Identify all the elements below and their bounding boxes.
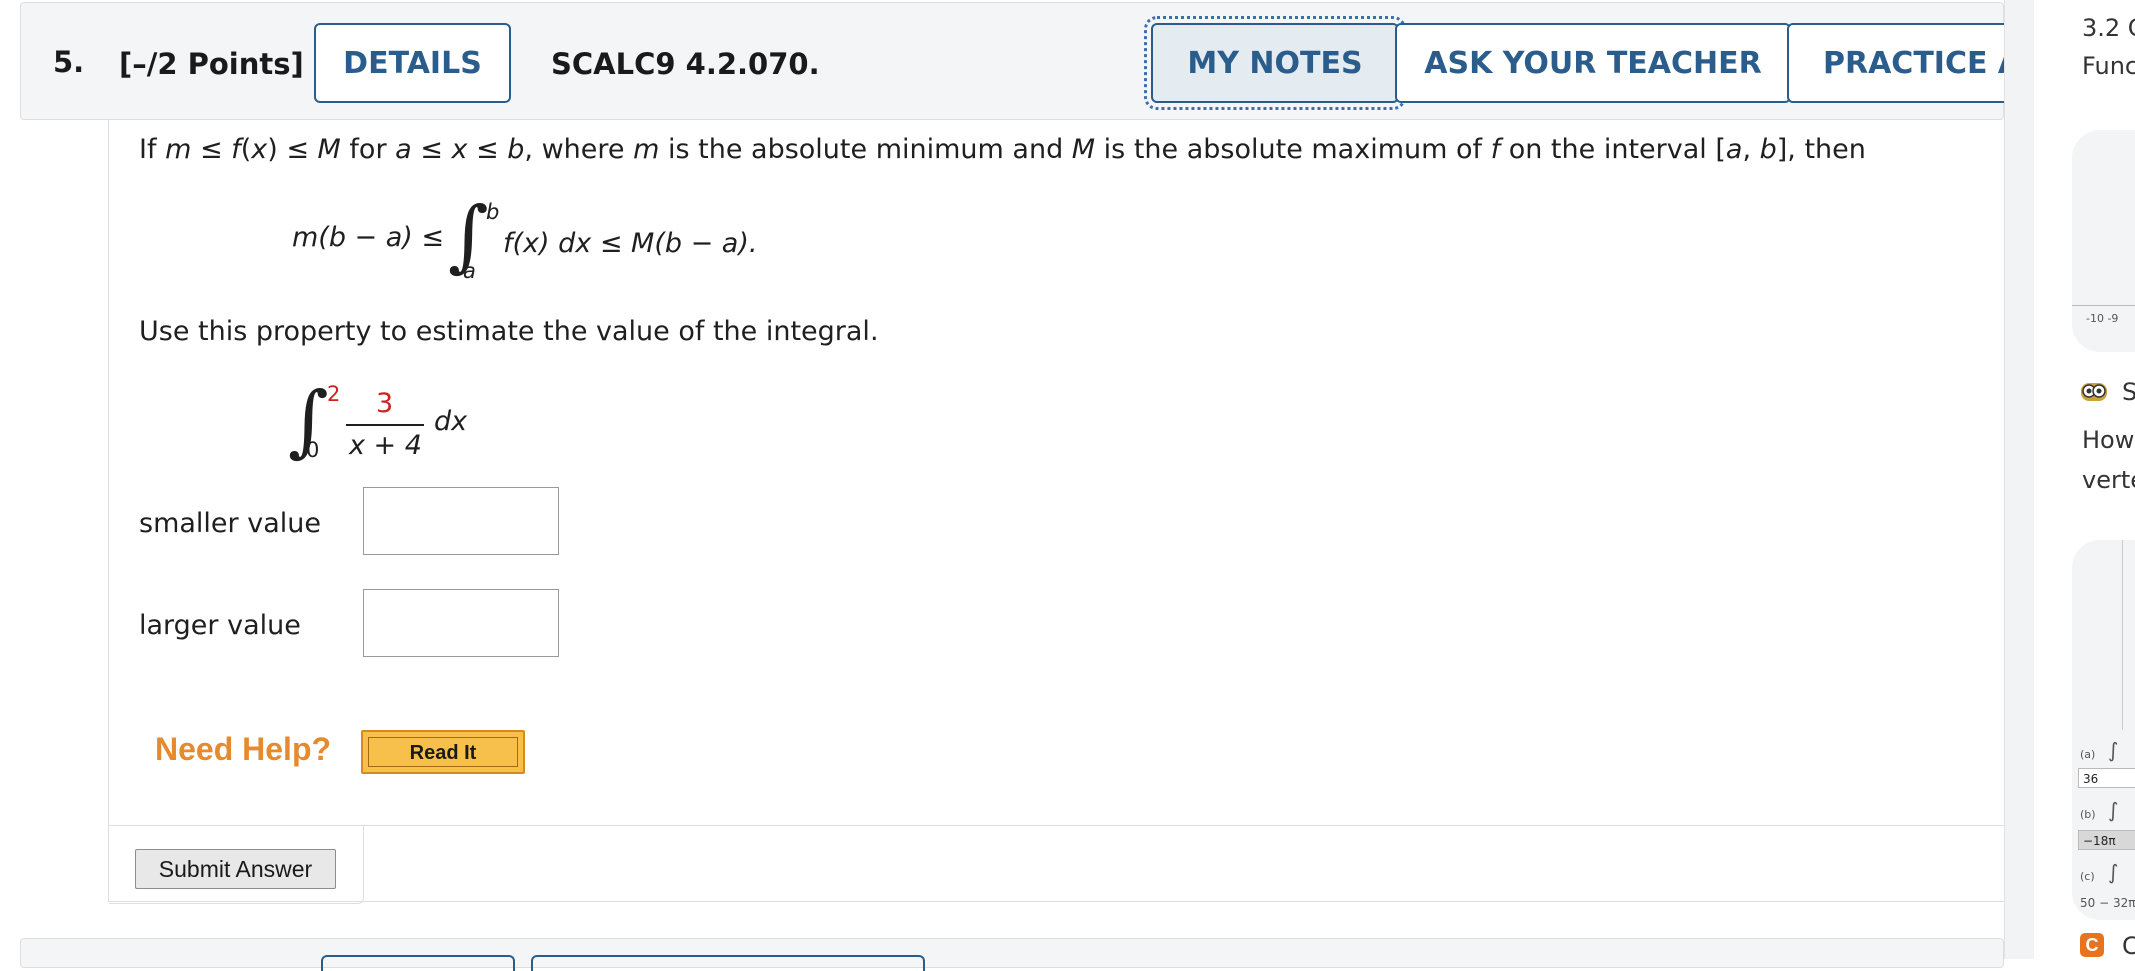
side-question-line2: verte <box>2082 466 2135 494</box>
integral-lower-limit: 0 <box>306 438 320 462</box>
integral-lower-limit: a <box>463 259 476 283</box>
need-help-label: Need Help? <box>155 731 332 767</box>
owl-label: S <box>2122 378 2135 406</box>
inequality-right: f(x) dx ≤ M(b − a). <box>503 228 758 259</box>
integral-sign: ∫ <box>2108 738 2119 762</box>
ask-teacher-button[interactable]: ASK YOUR TEACHER <box>1395 23 1791 103</box>
fraction-numerator: 3 <box>376 388 394 419</box>
fraction-bar <box>346 424 424 426</box>
details-button[interactable]: DETAILS <box>314 23 511 103</box>
divider <box>109 825 2004 826</box>
graph-axis <box>2122 540 2123 730</box>
part-a-label: (a) <box>2080 748 2096 761</box>
dx-text: dx <box>434 406 468 437</box>
smaller-value-input[interactable] <box>363 487 559 555</box>
integral-upper-limit: b <box>486 200 500 224</box>
solution-thumbnail[interactable]: (a) ∫ 36 (b) ∫ −18π (c) ∫ 50 − 32π <box>2072 540 2135 920</box>
my-notes-button[interactable]: MY NOTES <box>1144 16 1406 110</box>
question-code: SCALC9 4.2.070. <box>551 47 820 81</box>
axis-tick-labels: -10 -9 <box>2086 312 2119 325</box>
panel-divider[interactable] <box>2004 0 2035 959</box>
chegg-icon: C <box>2080 933 2104 957</box>
answer-c: 50 − 32π <box>2080 896 2135 910</box>
larger-value-label: larger value <box>139 610 301 641</box>
instruction-text: Use this property to estimate the value … <box>139 316 879 347</box>
question-header: 5. [–/2 Points] DETAILS SCALC9 4.2.070. … <box>20 2 2047 120</box>
part-c-label: (c) <box>2080 870 2095 883</box>
side-title-line1[interactable]: 3.2 G <box>2082 14 2135 42</box>
part-b-label: (b) <box>2080 808 2096 821</box>
next-question-header <box>20 938 2004 971</box>
answer-a: 36 <box>2078 768 2135 788</box>
question-number: 5. <box>53 45 85 79</box>
side-bottom-label: C <box>2122 932 2135 959</box>
answer-b: −18π <box>2078 830 2135 850</box>
next-notes-button[interactable] <box>531 955 925 971</box>
inequality-left: m(b − a) ≤ <box>292 222 445 253</box>
question-points: [–/2 Points] <box>119 47 304 81</box>
integral-sign: ∫ <box>2108 798 2119 822</box>
smaller-value-label: smaller value <box>139 508 321 539</box>
next-details-button[interactable] <box>321 955 515 971</box>
graph-axis <box>2072 305 2135 306</box>
side-panel: 3.2 G Func -10 -9 S How verte (a) ∫ 36 (… <box>2034 0 2135 959</box>
larger-value-input[interactable] <box>363 589 559 657</box>
read-it-label: Read It <box>368 737 518 767</box>
submit-answer-button[interactable]: Submit Answer <box>135 849 336 889</box>
integral-upper-limit: 2 <box>327 382 341 406</box>
side-question-line1: How <box>2082 426 2135 454</box>
integral-sign: ∫ <box>2108 860 2119 884</box>
intro-text: If m ≤ f(x) ≤ M for a ≤ x ≤ b, where m i… <box>139 134 1866 165</box>
fraction-denominator: x + 4 <box>349 430 422 461</box>
side-title-line2[interactable]: Func <box>2082 52 2135 80</box>
graph-thumbnail[interactable]: -10 -9 <box>2072 130 2135 352</box>
read-it-button[interactable]: Read It <box>361 730 525 774</box>
owl-icon <box>2080 381 2108 403</box>
